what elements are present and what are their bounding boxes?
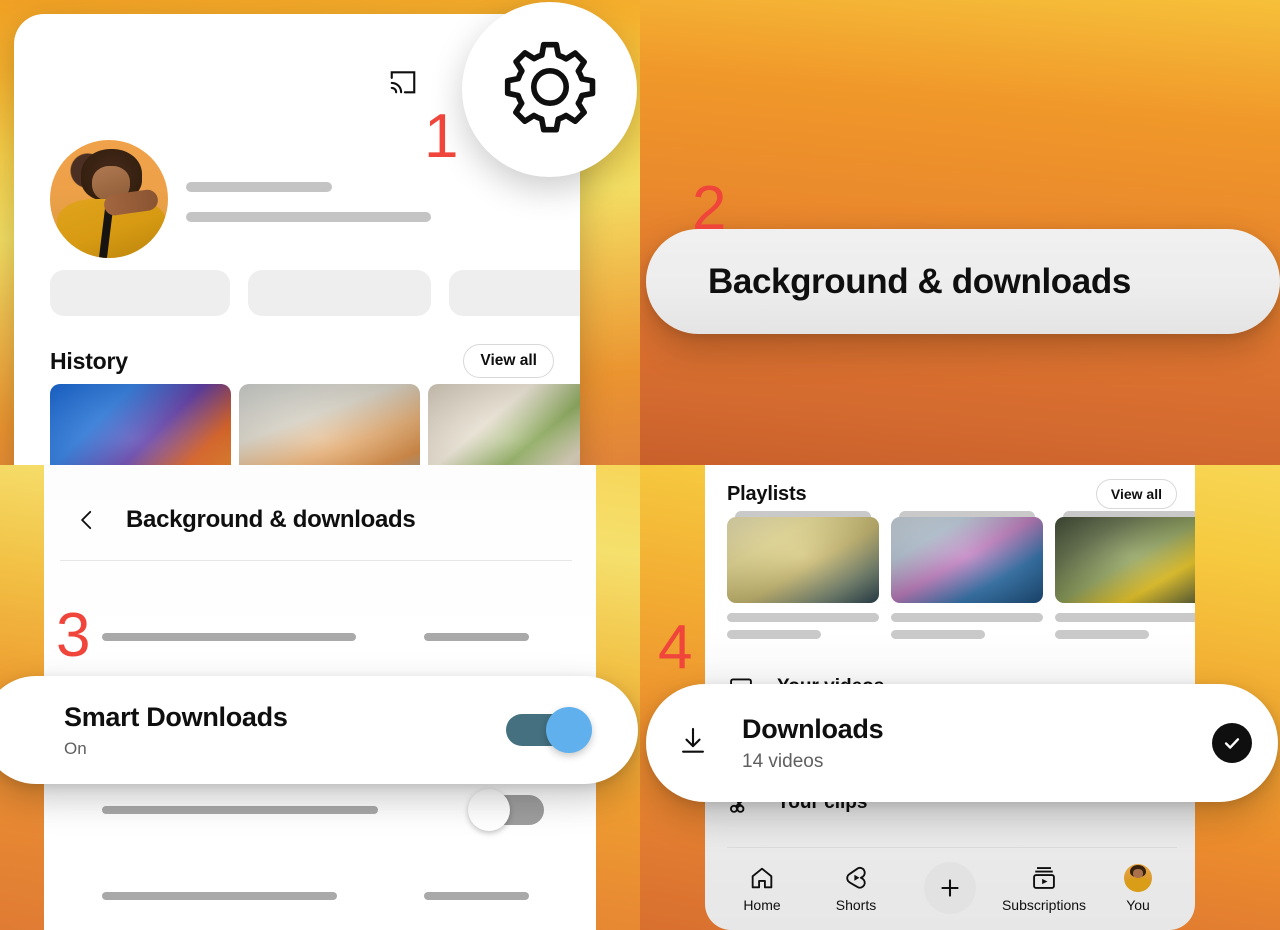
smart-downloads-label: Smart Downloads [64,701,288,732]
nav-item-you[interactable]: You [1092,863,1184,913]
secondary-toggle[interactable] [468,789,544,831]
section-title-playlists: Playlists [727,482,807,505]
placeholder-chip[interactable] [50,270,230,316]
nav-label: Shorts [835,896,877,913]
nav-label: Home [743,896,781,913]
step-number-1: 1 [424,102,459,171]
placeholder-setting-label [102,806,378,814]
step-number-3: 3 [56,601,91,670]
cast-icon[interactable] [388,66,418,96]
avatar[interactable] [50,140,168,258]
history-thumbnail[interactable] [50,384,231,465]
downloads-label: Downloads [742,713,884,744]
smart-downloads-text: Smart Downloads On [64,702,288,759]
playlist-card[interactable] [891,511,1043,639]
playlist-thumbnail [891,517,1043,603]
placeholder-meta-line [1055,630,1150,639]
downloads-subtitle: 14 videos [742,750,824,772]
bottom-navigation-bar: Home Shorts Subscriptions You [705,846,1195,930]
history-section-header: History View all [50,344,554,378]
nav-label: Subscriptions [1001,896,1087,913]
playlist-card[interactable] [727,511,879,639]
step-number-2: 2 [692,174,727,243]
nav-item-home[interactable]: Home [716,864,808,913]
playlists-view-all-button[interactable]: View all [1095,479,1177,509]
playlist-card-row [727,511,1195,639]
nav-label: You [1126,896,1150,913]
smart-downloads-callout[interactable]: Smart Downloads On [0,676,638,784]
smart-downloads-value: On [64,738,87,758]
step-2-panel: Background & downloads 2 [640,0,1280,465]
placeholder-setting-value [424,892,529,900]
toggle-knob [546,707,592,753]
placeholder-setting-label [102,633,356,641]
placeholder-meta-line [727,630,822,639]
placeholder-title-line [891,613,1043,622]
page-title: Background & downloads [126,506,416,533]
downloads-callout[interactable]: Downloads 14 videos [646,684,1278,802]
back-chevron-icon[interactable] [74,505,100,535]
placeholder-setting-value [424,633,529,641]
toggle-knob [468,789,510,831]
playlists-section-header: Playlists View all [727,479,1177,509]
history-thumbnail[interactable] [239,384,420,465]
home-icon [748,864,776,892]
background-and-downloads-label: Background & downloads [708,261,1131,301]
playlist-thumbnail [1055,517,1195,603]
gear-icon[interactable] [496,33,604,146]
placeholder-line-handle [186,212,431,222]
background-and-downloads-callout[interactable]: Background & downloads [646,229,1280,334]
step-4-panel: Playlists View all Your clips Home Short… [640,465,1280,930]
history-thumbnail[interactable] [428,384,580,465]
settings-gear-callout[interactable] [462,2,637,177]
history-view-all-button[interactable]: View all [463,344,554,378]
nav-item-create[interactable] [904,862,996,914]
shorts-icon [842,864,870,892]
download-icon [676,724,710,763]
downloads-left-group: Downloads 14 videos [676,713,884,773]
step-1-panel: History View all 1 [0,0,640,465]
history-thumbnail-row [50,384,580,465]
header-divider [60,560,572,561]
nav-item-shorts[interactable]: Shorts [810,864,902,913]
playlist-thumbnail [727,517,879,603]
placeholder-title-line [727,613,879,622]
plus-icon[interactable] [924,862,976,914]
tutorial-collage: History View all 1 Background & download… [0,0,1280,930]
nav-item-subscriptions[interactable]: Subscriptions [998,864,1090,913]
check-icon [1212,723,1252,763]
screen-header: Background & downloads [74,505,416,535]
step-number-4: 4 [658,613,693,682]
playlist-card[interactable] [1055,511,1195,639]
placeholder-title-line [1055,613,1195,622]
account-avatar-icon [1124,863,1152,892]
step-3-panel: Background & downloads Smart Downloads O… [0,465,640,930]
placeholder-meta-line [891,630,986,639]
downloads-text: Downloads 14 videos [742,713,884,773]
placeholder-chip[interactable] [449,270,580,316]
chip-row [50,270,580,316]
placeholder-line-name [186,182,332,192]
subscriptions-icon [1030,864,1058,892]
placeholder-setting-label [102,892,337,900]
section-title-history: History [50,347,128,374]
smart-downloads-toggle[interactable] [506,707,592,753]
placeholder-chip[interactable] [248,270,431,316]
